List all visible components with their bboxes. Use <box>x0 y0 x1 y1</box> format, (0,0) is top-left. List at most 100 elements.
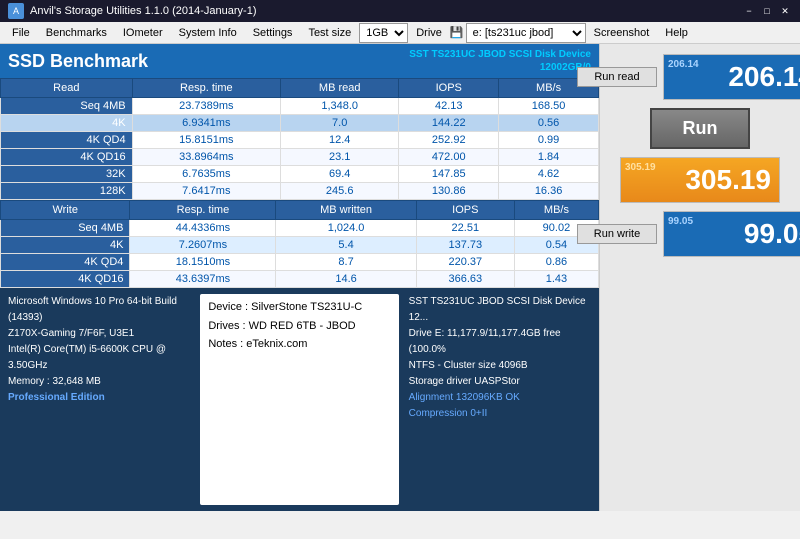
mbs-value: 1.43 <box>514 271 598 288</box>
menu-settings[interactable]: Settings <box>245 25 301 41</box>
resp-time: 43.6397ms <box>130 271 276 288</box>
read-section: Read Resp. time MB read IOPS MB/s Seq 4M… <box>0 78 599 200</box>
table-row: 4K QD16 43.6397ms 14.6 366.63 1.43 <box>1 271 599 288</box>
col-header-iops: IOPS <box>399 79 499 98</box>
mb-value: 14.6 <box>276 271 416 288</box>
write-section: Write Resp. time MB written IOPS MB/s Se… <box>0 200 599 288</box>
sst-info-col: SST TS231UC JBOD SCSI Disk Device 12... … <box>409 294 591 505</box>
device-size: 12002GB/0 <box>409 61 591 74</box>
col-header-mbread: MB read <box>281 79 399 98</box>
notes-line: Notes : eTeknix.com <box>208 335 390 354</box>
total-score-number: 305.19 <box>685 164 771 195</box>
run-write-button[interactable]: Run write <box>577 224 657 244</box>
row-name: 4K QD16 <box>1 271 130 288</box>
minimize-button[interactable]: − <box>742 4 756 18</box>
title-bar-title: Anvil's Storage Utilities 1.1.0 (2014-Ja… <box>30 5 742 17</box>
write-score-box: 99.05 99.05 <box>663 211 800 257</box>
right-panel: Run read 206.14 206.14 Run 305.19 305.19 <box>600 44 800 511</box>
table-row: 4K QD4 15.8151ms 12.4 252.92 0.99 <box>1 132 599 149</box>
resp-time: 33.8964ms <box>132 149 280 166</box>
iops-value: 472.00 <box>399 149 499 166</box>
mb-value: 245.6 <box>281 183 399 200</box>
row-name: 4K <box>1 237 130 254</box>
run-read-button[interactable]: Run read <box>577 67 657 87</box>
resp-time: 44.4336ms <box>130 220 276 237</box>
window-controls: − □ ✕ <box>742 4 792 18</box>
menu-bar: File Benchmarks IOmeter System Info Sett… <box>0 22 800 44</box>
col-header-iops-w: IOPS <box>416 201 514 220</box>
row-name: 4K QD4 <box>1 254 130 271</box>
close-button[interactable]: ✕ <box>778 4 792 18</box>
iops-value: 22.51 <box>416 220 514 237</box>
mb-value: 23.1 <box>281 149 399 166</box>
write-table: Write Resp. time MB written IOPS MB/s Se… <box>0 200 599 288</box>
table-row: 128K 7.6417ms 245.6 130.86 16.36 <box>1 183 599 200</box>
table-row: 4K QD16 33.8964ms 23.1 472.00 1.84 <box>1 149 599 166</box>
ssd-title-text: SSD Benchmark <box>8 51 148 72</box>
toolbar-test-size-label: Test size <box>300 25 359 41</box>
sys-line1: Microsoft Windows 10 Pro 64-bit Build (1… <box>8 294 190 326</box>
table-row: 32K 6.7635ms 69.4 147.85 4.62 <box>1 166 599 183</box>
professional-edition: Professional Edition <box>8 390 190 406</box>
iops-value: 130.86 <box>399 183 499 200</box>
total-score-value: 305.19 305.19 <box>621 158 779 202</box>
system-info-col: Microsoft Windows 10 Pro 64-bit Build (1… <box>8 294 190 505</box>
row-name: 128K <box>1 183 133 200</box>
iops-value: 366.63 <box>416 271 514 288</box>
resp-time: 6.7635ms <box>132 166 280 183</box>
drive-select[interactable]: e: [ts231uc jbod] <box>466 23 586 43</box>
device-line: Device : SilverStone TS231U-C <box>208 298 390 317</box>
sst-line1: SST TS231UC JBOD SCSI Disk Device 12... <box>409 294 591 326</box>
col-header-mbwritten: MB written <box>276 201 416 220</box>
maximize-button[interactable]: □ <box>760 4 774 18</box>
mb-value: 7.0 <box>281 115 399 132</box>
read-score-box: 206.14 206.14 <box>663 54 800 100</box>
resp-time: 15.8151ms <box>132 132 280 149</box>
mb-value: 1,348.0 <box>281 98 399 115</box>
sst-line3: NTFS - Cluster size 4096B <box>409 358 591 374</box>
row-name: 4K QD4 <box>1 132 133 149</box>
table-row: 4K 7.2607ms 5.4 137.73 0.54 <box>1 237 599 254</box>
device-panel: Device : SilverStone TS231U-C Drives : W… <box>200 294 398 505</box>
write-score-row: Run write 99.05 99.05 <box>577 211 800 257</box>
test-size-select[interactable]: 1GB 4GB 8GB <box>359 23 408 43</box>
row-name: 4K <box>1 115 133 132</box>
mbs-value: 168.50 <box>499 98 599 115</box>
menu-file[interactable]: File <box>4 25 38 41</box>
mbs-value: 1.84 <box>499 149 599 166</box>
menu-system-info[interactable]: System Info <box>171 25 245 41</box>
row-name: 32K <box>1 166 133 183</box>
sst-line6: Compression 0+II <box>409 406 591 422</box>
sys-line4: Memory : 32,648 MB <box>8 374 190 390</box>
iops-value: 147.85 <box>399 166 499 183</box>
row-name: Seq 4MB <box>1 220 130 237</box>
mb-value: 69.4 <box>281 166 399 183</box>
ssd-title-bar: SSD Benchmark SST TS231UC JBOD SCSI Disk… <box>0 44 599 78</box>
drives-line: Drives : WD RED 6TB - JBOD <box>208 317 390 336</box>
mb-value: 5.4 <box>276 237 416 254</box>
iops-value: 42.13 <box>399 98 499 115</box>
col-header-resp: Resp. time <box>132 79 280 98</box>
run-button[interactable]: Run <box>650 108 750 149</box>
menu-help[interactable]: Help <box>657 25 696 41</box>
mb-value: 1,024.0 <box>276 220 416 237</box>
col-header-resp-w: Resp. time <box>130 201 276 220</box>
mbs-value: 4.62 <box>499 166 599 183</box>
sys-line2: Z170X-Gaming 7/F6F, U3E1 <box>8 326 190 342</box>
total-score-box: 305.19 305.19 <box>620 157 780 203</box>
row-name: 4K QD16 <box>1 149 133 166</box>
resp-time: 23.7389ms <box>132 98 280 115</box>
menu-benchmarks[interactable]: Benchmarks <box>38 25 115 41</box>
resp-time: 7.2607ms <box>130 237 276 254</box>
device-info-right: SST TS231UC JBOD SCSI Disk Device 12002G… <box>409 48 591 74</box>
toolbar-drive-label: Drive <box>408 25 450 41</box>
main-content: SSD Benchmark SST TS231UC JBOD SCSI Disk… <box>0 44 800 511</box>
read-score-value: 206.14 206.14 <box>664 55 800 99</box>
resp-time: 7.6417ms <box>132 183 280 200</box>
app-icon: A <box>8 3 24 19</box>
menu-screenshot[interactable]: Screenshot <box>586 25 658 41</box>
sys-line3: Intel(R) Core(TM) i5-6600K CPU @ 3.50GHz <box>8 342 190 374</box>
menu-iometer[interactable]: IOmeter <box>115 25 171 41</box>
sst-line2: Drive E: 11,177.9/11,177.4GB free (100.0… <box>409 326 591 358</box>
mbs-value: 0.56 <box>499 115 599 132</box>
